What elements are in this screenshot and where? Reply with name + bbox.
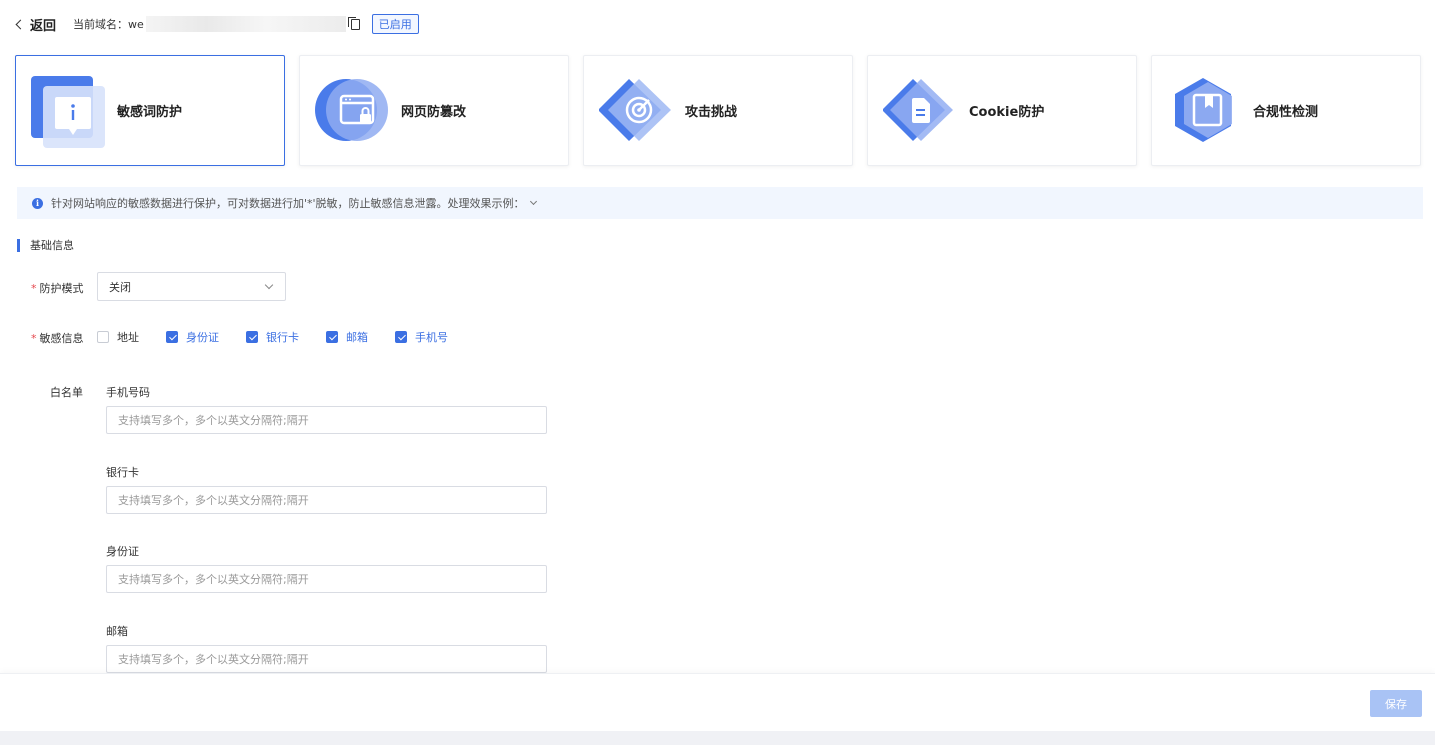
- info-banner: i 针对网站响应的敏感数据进行保护，可对数据进行加'*'脱敏，防止敏感信息泄露。…: [17, 187, 1423, 219]
- sensitive-word-icon: [31, 73, 106, 148]
- card-sensitive-word[interactable]: 敏感词防护: [15, 55, 285, 166]
- card-title: Cookie防护: [969, 105, 1045, 120]
- mode-label: * 防护模式: [31, 282, 84, 295]
- chevron-down-icon: [264, 280, 274, 290]
- card-cookie-protection[interactable]: Cookie防护: [867, 55, 1137, 166]
- back-label: 返回: [30, 18, 57, 34]
- card-title: 敏感词防护: [117, 105, 183, 120]
- mode-select-value: 关闭: [109, 280, 131, 294]
- banner-text: 针对网站响应的敏感数据进行保护，可对数据进行加'*'脱敏，防止敏感信息泄露。处理…: [51, 197, 525, 210]
- card-webpage-tamper[interactable]: 网页防篡改: [299, 55, 569, 166]
- domain-mask: [145, 16, 346, 32]
- whitelist-id-label: 身份证: [106, 545, 139, 558]
- section-title: 基础信息: [17, 238, 74, 252]
- sensitive-checkboxes: 地址 身份证 银行卡 邮箱 手机号: [97, 329, 475, 345]
- checkbox-box[interactable]: [246, 331, 258, 343]
- info-icon: i: [32, 197, 43, 209]
- status-badge: 已启用: [371, 14, 419, 34]
- back-button[interactable]: 返回: [15, 15, 57, 34]
- whitelist-phone-label: 手机号码: [106, 386, 150, 399]
- checkbox-address[interactable]: 地址: [97, 329, 139, 345]
- checkbox-label: 邮箱: [346, 331, 368, 344]
- target-icon: [598, 73, 674, 148]
- checkbox-box[interactable]: [326, 331, 338, 343]
- checkbox-box[interactable]: [395, 331, 407, 343]
- checkbox-box[interactable]: [97, 331, 109, 343]
- page: 返回 当前域名： we 已启用 敏感词防护 网页防篡改 攻击挑战 Cookie防…: [0, 0, 1435, 745]
- checkbox-box[interactable]: [166, 331, 178, 343]
- card-compliance-check[interactable]: 合规性检测: [1151, 55, 1421, 166]
- checkbox-email[interactable]: 邮箱: [326, 329, 368, 345]
- whitelist-label: 白名单: [50, 386, 83, 399]
- domain-value: we: [128, 17, 144, 31]
- card-title: 合规性检测: [1253, 105, 1319, 120]
- checkbox-label: 手机号: [415, 331, 448, 344]
- whitelist-bank-input[interactable]: [106, 486, 547, 514]
- checkbox-label: 地址: [117, 331, 139, 344]
- webpage-lock-icon: [315, 73, 390, 148]
- whitelist-id-input[interactable]: [106, 565, 547, 593]
- card-title: 攻击挑战: [685, 105, 738, 120]
- section-title-text: 基础信息: [30, 239, 74, 252]
- whitelist-email-label: 邮箱: [106, 625, 128, 638]
- checkbox-label: 身份证: [186, 331, 219, 344]
- sensitive-label: * 敏感信息: [31, 332, 84, 345]
- document-icon: [882, 73, 958, 148]
- bookmark-icon: [1167, 73, 1242, 148]
- header: 返回 当前域名： we 已启用: [15, 13, 419, 35]
- copy-icon[interactable]: [347, 16, 360, 30]
- checkbox-label: 银行卡: [266, 331, 299, 344]
- whitelist-email-input[interactable]: [106, 645, 547, 673]
- chevron-down-icon[interactable]: [529, 197, 537, 206]
- whitelist-bank-label: 银行卡: [106, 466, 139, 479]
- checkbox-id-card[interactable]: 身份证: [166, 329, 219, 345]
- save-button[interactable]: 保存: [1370, 690, 1422, 717]
- mode-select[interactable]: 关闭: [97, 272, 286, 301]
- feature-cards: 敏感词防护 网页防篡改 攻击挑战 Cookie防护 合规性检测: [15, 55, 1421, 167]
- bottom-strip: [0, 731, 1435, 745]
- section-accent-bar: [17, 238, 20, 252]
- checkbox-bank-card[interactable]: 银行卡: [246, 329, 299, 345]
- card-attack-challenge[interactable]: 攻击挑战: [583, 55, 853, 166]
- domain-label: 当前域名：: [73, 18, 129, 31]
- checkbox-phone[interactable]: 手机号: [395, 329, 448, 345]
- whitelist-phone-input[interactable]: [106, 406, 547, 434]
- card-title: 网页防篡改: [401, 105, 467, 120]
- chevron-left-icon: [15, 19, 26, 30]
- footer-bar: 保存: [0, 673, 1435, 731]
